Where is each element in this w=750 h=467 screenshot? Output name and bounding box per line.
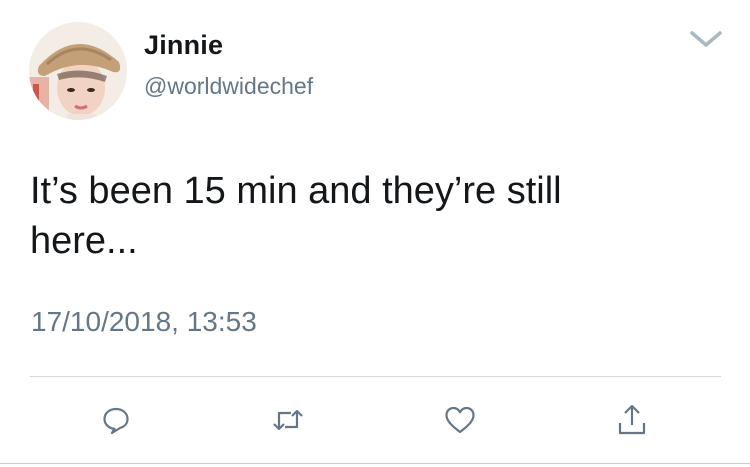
reply-button[interactable] — [96, 400, 136, 440]
retweet-icon — [273, 409, 303, 431]
chevron-down-icon[interactable] — [688, 27, 724, 51]
share-icon — [618, 404, 646, 435]
retweet-button[interactable] — [268, 400, 308, 440]
divider — [30, 376, 721, 377]
tweet-timestamp[interactable]: 17/10/2018, 13:53 — [31, 306, 257, 338]
heart-icon — [445, 406, 475, 434]
bottom-border — [0, 463, 750, 464]
share-button[interactable] — [612, 400, 652, 440]
user-handle[interactable]: @worldwidechef — [144, 73, 313, 100]
like-button[interactable] — [440, 400, 480, 440]
tweet-text: It’s been 15 min and they’re still here.… — [30, 170, 562, 262]
avatar[interactable] — [29, 22, 127, 120]
display-name[interactable]: Jinnie — [144, 30, 223, 61]
tweet-card: Jinnie @worldwidechef It’s been 15 min a… — [0, 0, 750, 467]
speech-bubble-icon — [103, 407, 129, 435]
